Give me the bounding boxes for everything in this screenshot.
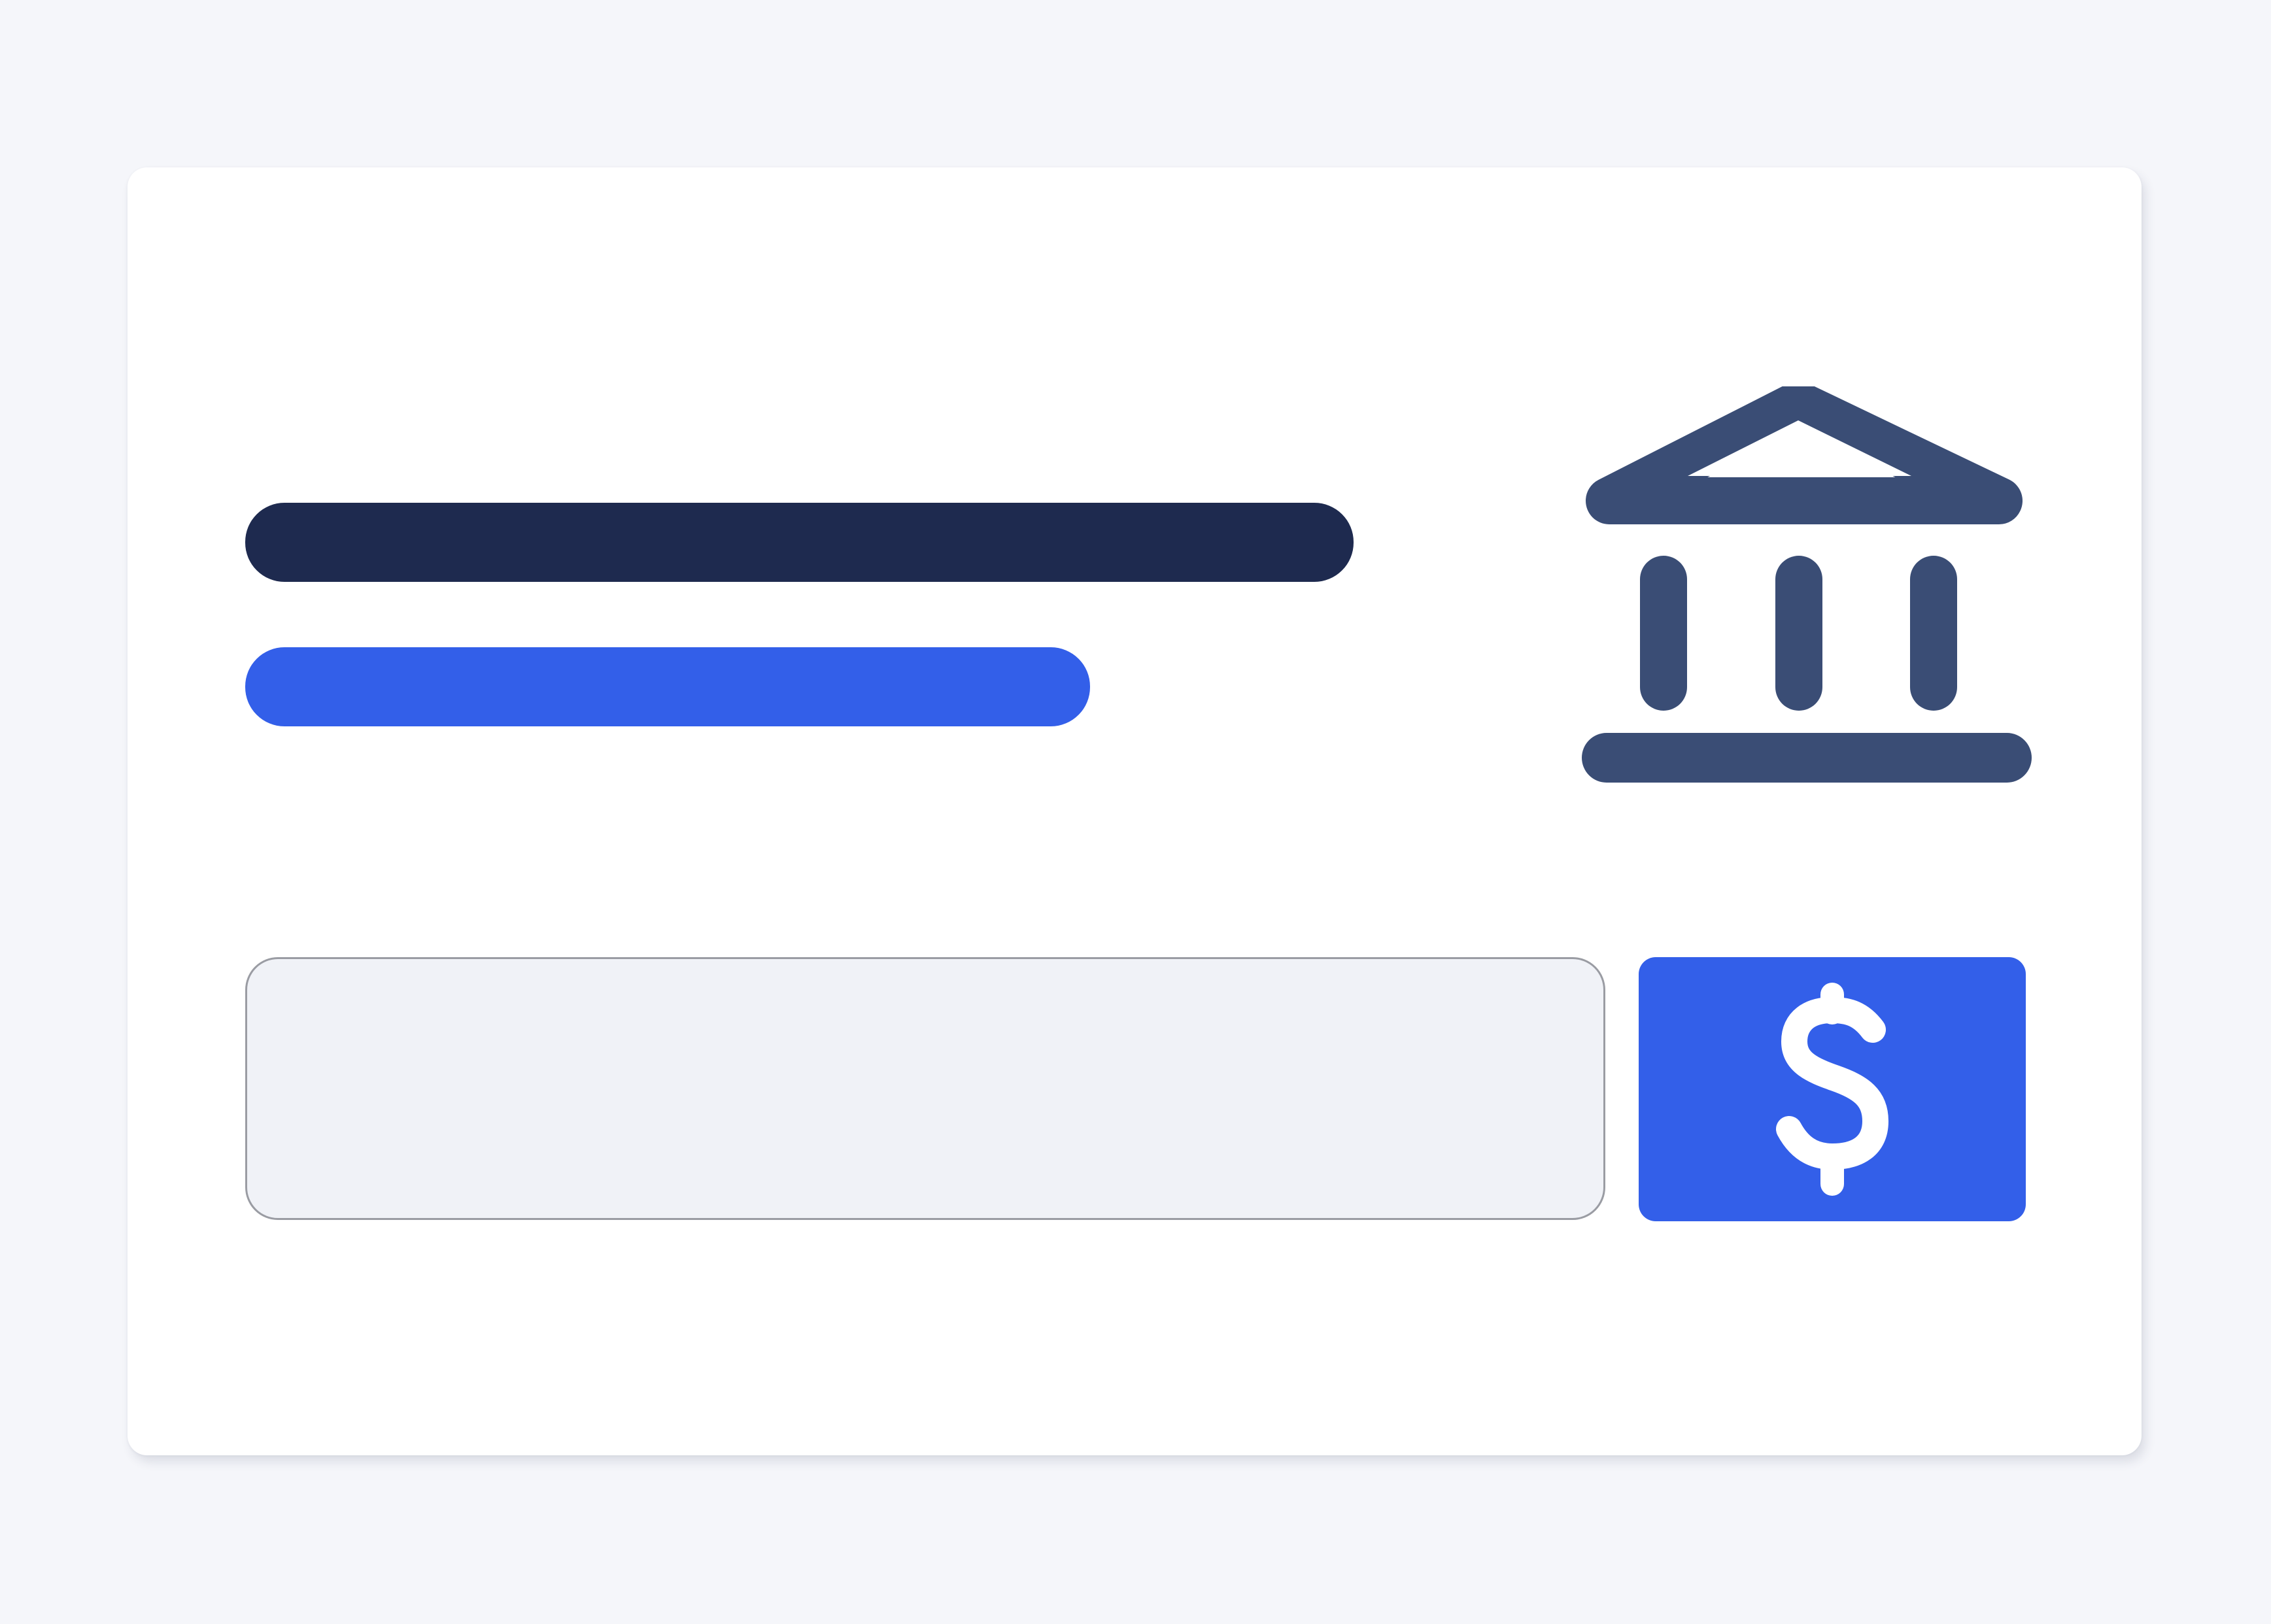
dollar-icon xyxy=(1773,981,1891,1197)
pay-button[interactable] xyxy=(1639,957,2026,1221)
title-placeholder-bar xyxy=(245,503,1354,582)
amount-input[interactable] xyxy=(245,957,1605,1220)
bank-icon xyxy=(1578,381,2036,805)
page-background xyxy=(0,0,2271,1624)
subtitle-placeholder-bar xyxy=(245,647,1090,726)
payment-card xyxy=(128,167,2142,1455)
